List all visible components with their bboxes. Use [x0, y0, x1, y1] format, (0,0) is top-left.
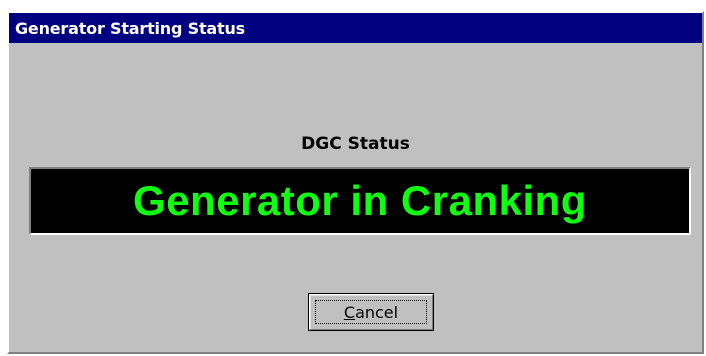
cancel-button-label: Cancel — [315, 300, 427, 324]
title-bar[interactable]: Generator Starting Status — [9, 13, 702, 43]
generator-status-dialog: Generator Starting Status DGC Status Gen… — [7, 11, 704, 354]
dialog-title: Generator Starting Status — [15, 18, 245, 38]
cancel-label-rest: ancel — [355, 302, 399, 322]
cancel-mnemonic: C — [343, 302, 356, 322]
status-display-panel: Generator in Cranking — [29, 167, 691, 235]
status-value: Generator in Cranking — [133, 177, 587, 224]
cancel-button[interactable]: Cancel — [308, 293, 434, 331]
dgc-status-label: DGC Status — [301, 134, 410, 154]
